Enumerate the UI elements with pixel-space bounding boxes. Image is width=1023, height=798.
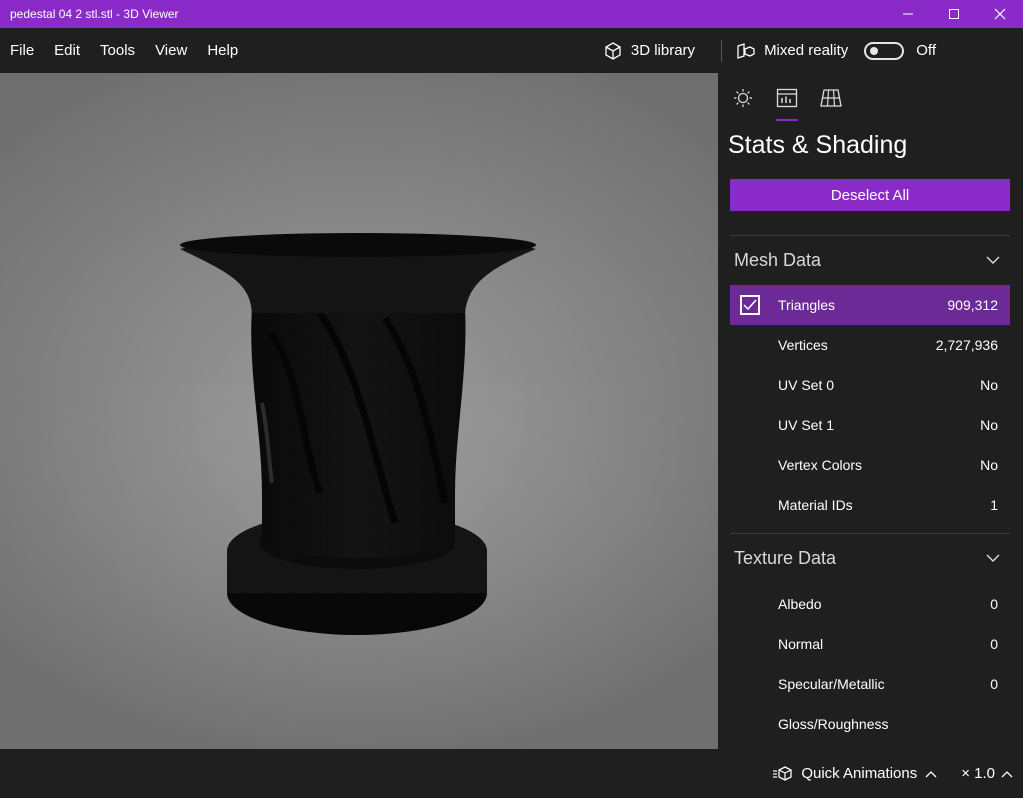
chevron-down-icon <box>986 554 1000 562</box>
triangles-checkbox[interactable] <box>740 295 760 315</box>
row-label: Normal <box>778 636 824 652</box>
row-label: Specular/Metallic <box>778 676 885 692</box>
close-button[interactable] <box>977 0 1023 28</box>
menu-tools[interactable]: Tools <box>90 42 145 59</box>
row-label: UV Set 0 <box>778 377 835 393</box>
row-value: 1 <box>990 497 998 513</box>
row-value: 2,727,936 <box>935 337 998 353</box>
row-value: 0 <box>990 676 998 692</box>
mesh-row-triangles[interactable]: Triangles 909,312 <box>730 285 1010 325</box>
row-checkbox-slot <box>740 455 760 475</box>
minimize-icon <box>903 13 913 15</box>
mixed-reality-state: Off <box>916 42 936 59</box>
menu-edit[interactable]: Edit <box>44 42 90 59</box>
row-value: 0 <box>990 636 998 652</box>
menu-file[interactable]: File <box>0 42 44 59</box>
mesh-data-header[interactable]: Mesh Data <box>730 235 1010 284</box>
mixed-reality-toggle[interactable] <box>864 41 905 60</box>
checkmark-icon <box>743 299 757 311</box>
menu-divider <box>721 39 723 62</box>
maximize-icon <box>949 9 959 19</box>
3d-library-button[interactable]: 3D library <box>603 41 707 61</box>
row-label: Vertices <box>778 337 828 353</box>
mesh-row-material-ids[interactable]: Material IDs 1 <box>730 485 1010 525</box>
mesh-row-vertex-colors[interactable]: Vertex Colors No <box>730 445 1010 485</box>
menu-view[interactable]: View <box>145 42 197 59</box>
animation-cube-icon <box>773 765 792 781</box>
row-value: No <box>980 377 998 393</box>
bottom-bar: Quick Animations × 1.0 <box>0 749 1023 798</box>
cube-icon <box>605 41 621 60</box>
row-checkbox-slot <box>740 674 760 694</box>
toggle-knob <box>870 46 879 55</box>
tab-lighting[interactable] <box>728 85 758 111</box>
pedestal-model[interactable] <box>0 73 718 749</box>
row-value: No <box>980 417 998 433</box>
row-checkbox-slot <box>740 415 760 435</box>
menu-bar: File Edit Tools View Help 3D library Mix… <box>0 28 1023 73</box>
panel-tabs <box>728 85 846 121</box>
texture-row-specular-metallic[interactable]: Specular/Metallic 0 <box>730 664 1010 704</box>
3d-viewport[interactable] <box>0 73 718 749</box>
mixed-reality-control[interactable]: Mixed reality <box>736 41 905 61</box>
maximize-button[interactable] <box>931 0 977 28</box>
row-label: Triangles <box>778 297 836 313</box>
minimize-button[interactable] <box>885 0 931 28</box>
row-label: Material IDs <box>778 497 853 513</box>
deselect-all-button[interactable]: Deselect All <box>730 179 1010 211</box>
title-bar: pedestal 04 2 stl.stl - 3D Viewer <box>0 0 1023 28</box>
texture-data-label: Texture Data <box>734 547 837 568</box>
window-title: pedestal 04 2 stl.stl - 3D Viewer <box>10 7 179 21</box>
texture-row-gloss-roughness[interactable]: Gloss/Roughness <box>730 704 1010 744</box>
texture-data-header[interactable]: Texture Data <box>730 533 1010 582</box>
row-label: UV Set 1 <box>778 417 835 433</box>
panel-title: Stats & Shading <box>728 131 908 159</box>
mixed-reality-icon <box>737 42 755 59</box>
3d-library-label: 3D library <box>630 42 696 59</box>
row-checkbox-slot <box>740 495 760 515</box>
tab-stats-shading[interactable] <box>772 85 802 121</box>
stats-icon <box>776 88 798 108</box>
tab-grid[interactable] <box>816 85 846 111</box>
mesh-row-uv-set-0[interactable]: UV Set 0 No <box>730 365 1010 405</box>
sun-icon <box>734 89 752 107</box>
row-label: Gloss/Roughness <box>778 716 889 732</box>
row-label: Albedo <box>778 596 822 612</box>
chevron-up-icon <box>925 770 937 777</box>
quick-animations-label: Quick Animations <box>801 765 918 782</box>
mesh-data-label: Mesh Data <box>734 249 822 270</box>
chevron-down-icon <box>986 256 1000 264</box>
row-checkbox-slot <box>740 714 760 734</box>
quick-animations-button[interactable]: Quick Animations <box>773 765 937 783</box>
animation-speed-button[interactable]: × 1.0 <box>961 765 1013 782</box>
row-label: Vertex Colors <box>778 457 863 473</box>
row-checkbox-slot <box>740 634 760 654</box>
texture-row-normal[interactable]: Normal 0 <box>730 624 1010 664</box>
row-checkbox-slot <box>740 335 760 355</box>
mesh-row-vertices[interactable]: Vertices 2,727,936 <box>730 325 1010 365</box>
row-checkbox-slot <box>740 594 760 614</box>
texture-row-albedo[interactable]: Albedo 0 <box>730 584 1010 624</box>
row-value: No <box>980 457 998 473</box>
stats-panel: Stats & Shading Deselect All Mesh Data T… <box>718 73 1023 749</box>
chevron-up-icon <box>1001 770 1013 777</box>
close-icon <box>994 8 1006 20</box>
mixed-reality-label: Mixed reality <box>764 42 849 59</box>
grid-icon <box>820 89 842 107</box>
row-checkbox-slot <box>740 375 760 395</box>
mesh-row-uv-set-1[interactable]: UV Set 1 No <box>730 405 1010 445</box>
animation-speed-label: × 1.0 <box>961 765 995 782</box>
row-value: 0 <box>990 596 998 612</box>
row-value: 909,312 <box>947 297 998 313</box>
menu-help[interactable]: Help <box>197 42 248 59</box>
